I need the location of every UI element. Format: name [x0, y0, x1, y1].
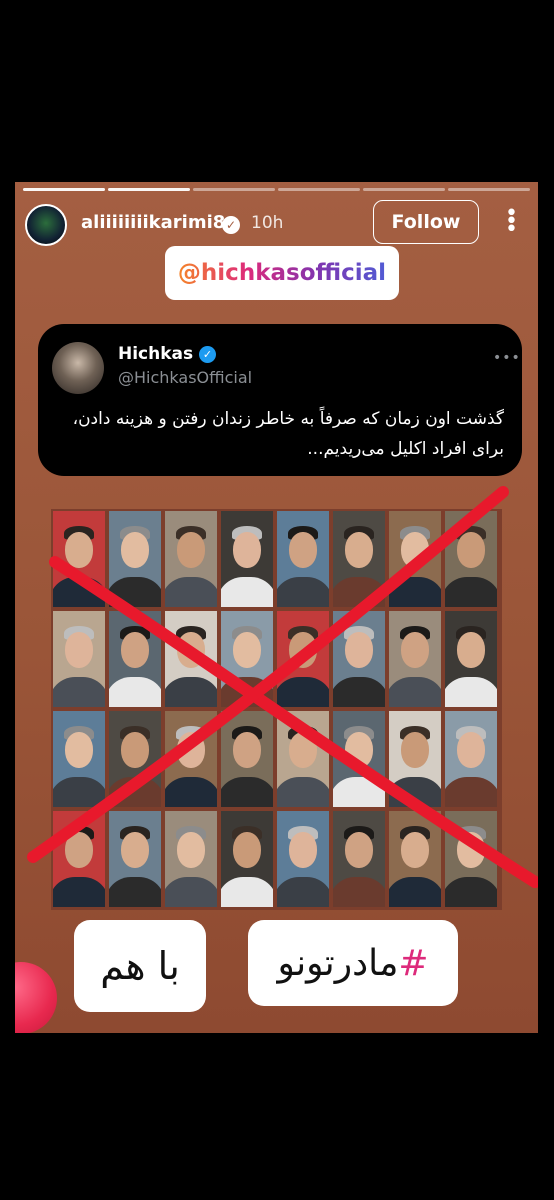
hashtag-symbol: #	[398, 942, 429, 984]
progress-segment	[193, 188, 275, 191]
portrait-photo	[109, 711, 161, 807]
tweet-text: گذشت اون زمان که صرفاً به خاطر زندان رفت…	[72, 409, 504, 459]
portrait-photo	[221, 711, 273, 807]
progress-segment	[363, 188, 445, 191]
portrait-photo	[445, 511, 497, 607]
verified-badge-icon: ✓	[222, 216, 240, 234]
portrait-photo	[445, 711, 497, 807]
tweet-author-avatar	[52, 342, 104, 394]
portrait-photo	[445, 611, 497, 707]
ba-ham-text: با هم	[100, 944, 180, 988]
portrait-photo	[109, 511, 161, 607]
portrait-photo	[221, 511, 273, 607]
portrait-photo	[53, 511, 105, 607]
hashtag-text: مادرتونو	[277, 942, 399, 984]
portrait-photo	[389, 611, 441, 707]
portrait-photo	[333, 611, 385, 707]
portrait-photo	[277, 711, 329, 807]
decorative-bubble	[15, 962, 57, 1033]
portrait-photo	[277, 811, 329, 907]
portrait-photo	[165, 811, 217, 907]
story-frame[interactable]: aliiiiiiiikarimi8 ✓ 10h Follow • • • @hich…	[15, 182, 538, 1033]
username[interactable]: aliiiiiiiikarimi8	[81, 212, 225, 233]
portrait-photo	[333, 811, 385, 907]
tweet-verified-icon: ✓	[199, 346, 216, 363]
tweet-author-handle: @HichkasOfficial	[118, 368, 253, 387]
portrait-photo	[53, 811, 105, 907]
portrait-photo	[53, 611, 105, 707]
portrait-photo	[221, 811, 273, 907]
portrait-photo	[221, 611, 273, 707]
portrait-photo	[333, 711, 385, 807]
progress-segment	[448, 188, 530, 191]
tweet-author-name: Hichkas	[118, 344, 194, 364]
profile-avatar[interactable]	[25, 204, 67, 246]
portrait-grid	[51, 509, 502, 910]
portrait-photo	[277, 511, 329, 607]
portrait-photo	[333, 511, 385, 607]
portrait-photo	[165, 511, 217, 607]
portrait-photo	[389, 511, 441, 607]
progress-segment	[23, 188, 105, 191]
text-sticker-ba-ham: با هم	[74, 920, 206, 1012]
portrait-photo	[165, 711, 217, 807]
portrait-photo	[389, 711, 441, 807]
portrait-photo	[165, 611, 217, 707]
tweet-card: Hichkas ✓ @HichkasOfficial ••• گذشت اون …	[38, 324, 522, 476]
portrait-photo	[53, 711, 105, 807]
hashtag-sticker[interactable]: # مادرتونو	[248, 920, 458, 1006]
progress-segment	[108, 188, 190, 191]
portrait-photo	[389, 811, 441, 907]
portrait-photo	[445, 811, 497, 907]
portrait-photo	[277, 611, 329, 707]
tweet-more-icon: •••	[493, 350, 521, 366]
story-progress-bar	[23, 188, 530, 191]
progress-segment	[278, 188, 360, 191]
portrait-photo	[109, 811, 161, 907]
mention-text: @hichkasofficial	[177, 260, 387, 286]
portrait-photo	[109, 611, 161, 707]
follow-button[interactable]: Follow	[373, 200, 479, 244]
mention-sticker[interactable]: @hichkasofficial	[165, 246, 399, 300]
more-options-icon[interactable]: • • •	[505, 203, 518, 241]
post-time: 10h	[251, 213, 284, 233]
